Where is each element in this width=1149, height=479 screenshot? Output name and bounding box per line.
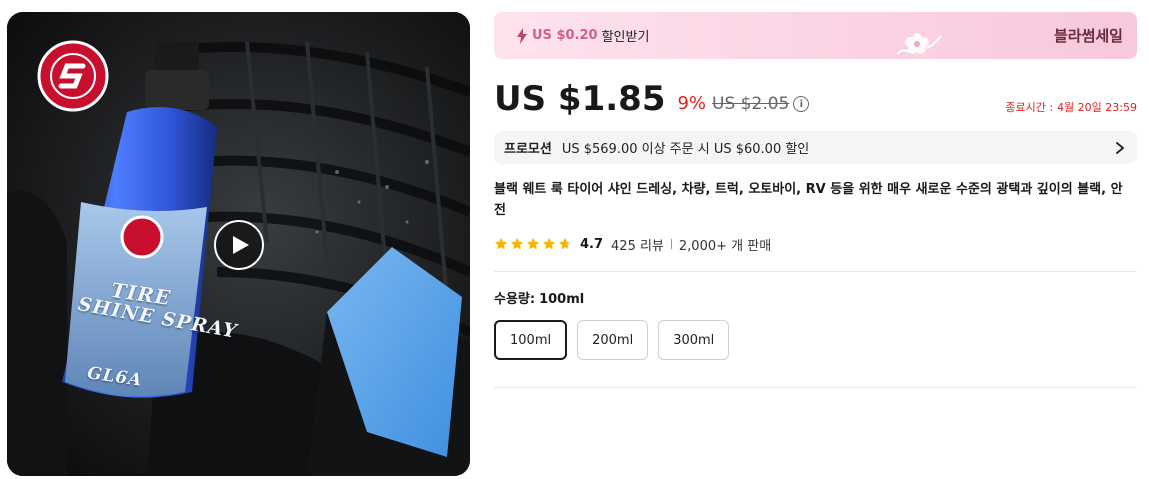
divider-line bbox=[494, 387, 1137, 388]
play-icon bbox=[233, 236, 249, 254]
discount-percent: 9% bbox=[677, 93, 707, 114]
star-icon bbox=[510, 237, 524, 250]
end-time-value: 4월 20일 23:59 bbox=[1057, 101, 1137, 114]
promotion-tag: 프로모션 bbox=[504, 142, 552, 157]
price-row: US $1.85 9% US $2.05 i 종료시간 :4월 20일 23:5… bbox=[494, 69, 1137, 119]
end-time-label: 종료시간 : bbox=[1005, 101, 1054, 114]
sale-end-time: 종료시간 :4월 20일 23:59 bbox=[1001, 99, 1137, 115]
brand-logo bbox=[37, 40, 109, 112]
capacity-options: 100ml 200ml 300ml bbox=[494, 320, 1137, 360]
coupon-claim-link[interactable]: 할인받기 bbox=[602, 26, 650, 45]
product-media[interactable]: TIRE SHINE SPRAY GL6A bbox=[7, 12, 470, 476]
star-icon bbox=[542, 237, 556, 250]
star-icon bbox=[558, 237, 572, 250]
capacity-label-text: 수용량: bbox=[494, 292, 536, 307]
star-rating bbox=[494, 237, 572, 251]
promotion-text: US $569.00 이상 주문 시 US $60.00 할인 bbox=[561, 142, 810, 157]
capacity-label: 수용량: 100ml bbox=[494, 288, 1137, 307]
capacity-option-300ml[interactable]: 300ml bbox=[658, 320, 730, 360]
capacity-option-200ml[interactable]: 200ml bbox=[577, 320, 649, 360]
play-video-button[interactable] bbox=[214, 220, 264, 270]
blossom-icon bbox=[897, 33, 942, 55]
current-price: US $1.85 bbox=[494, 79, 666, 119]
original-price: US $2.05 bbox=[712, 94, 790, 114]
product-info-panel: US $0.20 할인받기 블라썸세일 US $1.85 9% US $2.05… bbox=[494, 12, 1137, 388]
bolt-icon bbox=[517, 27, 527, 44]
divider-line bbox=[494, 271, 1137, 272]
capacity-selected-value: 100ml bbox=[539, 292, 585, 307]
review-count[interactable]: 425 리뷰 bbox=[611, 235, 664, 254]
coupon-amount: US $0.20 bbox=[532, 28, 598, 43]
promotion-row[interactable]: 프로모션 US $569.00 이상 주문 시 US $60.00 할인 bbox=[494, 131, 1137, 164]
sale-title: 블라썸세일 bbox=[1053, 27, 1123, 45]
rating-value: 4.7 bbox=[580, 236, 604, 252]
info-icon[interactable]: i bbox=[793, 96, 810, 112]
divider bbox=[670, 239, 672, 249]
chevron-right-icon bbox=[1116, 141, 1124, 154]
star-icon bbox=[526, 237, 540, 250]
capacity-option-100ml[interactable]: 100ml bbox=[494, 320, 568, 360]
sold-count: 2,000+ 개 판매 bbox=[678, 238, 772, 254]
product-title: 블랙 웨트 룩 타이어 샤인 드레싱, 차량, 트럭, 오토바이, RV 등을 … bbox=[494, 182, 1123, 218]
product-page: TIRE SHINE SPRAY GL6A US $0.20 할인받기 블라썸세… bbox=[0, 0, 1149, 479]
rating-row[interactable]: 4.7 425 리뷰 2,000+ 개 판매 bbox=[494, 229, 1137, 259]
sale-banner[interactable]: US $0.20 할인받기 블라썸세일 bbox=[494, 12, 1137, 59]
star-icon bbox=[494, 237, 508, 250]
